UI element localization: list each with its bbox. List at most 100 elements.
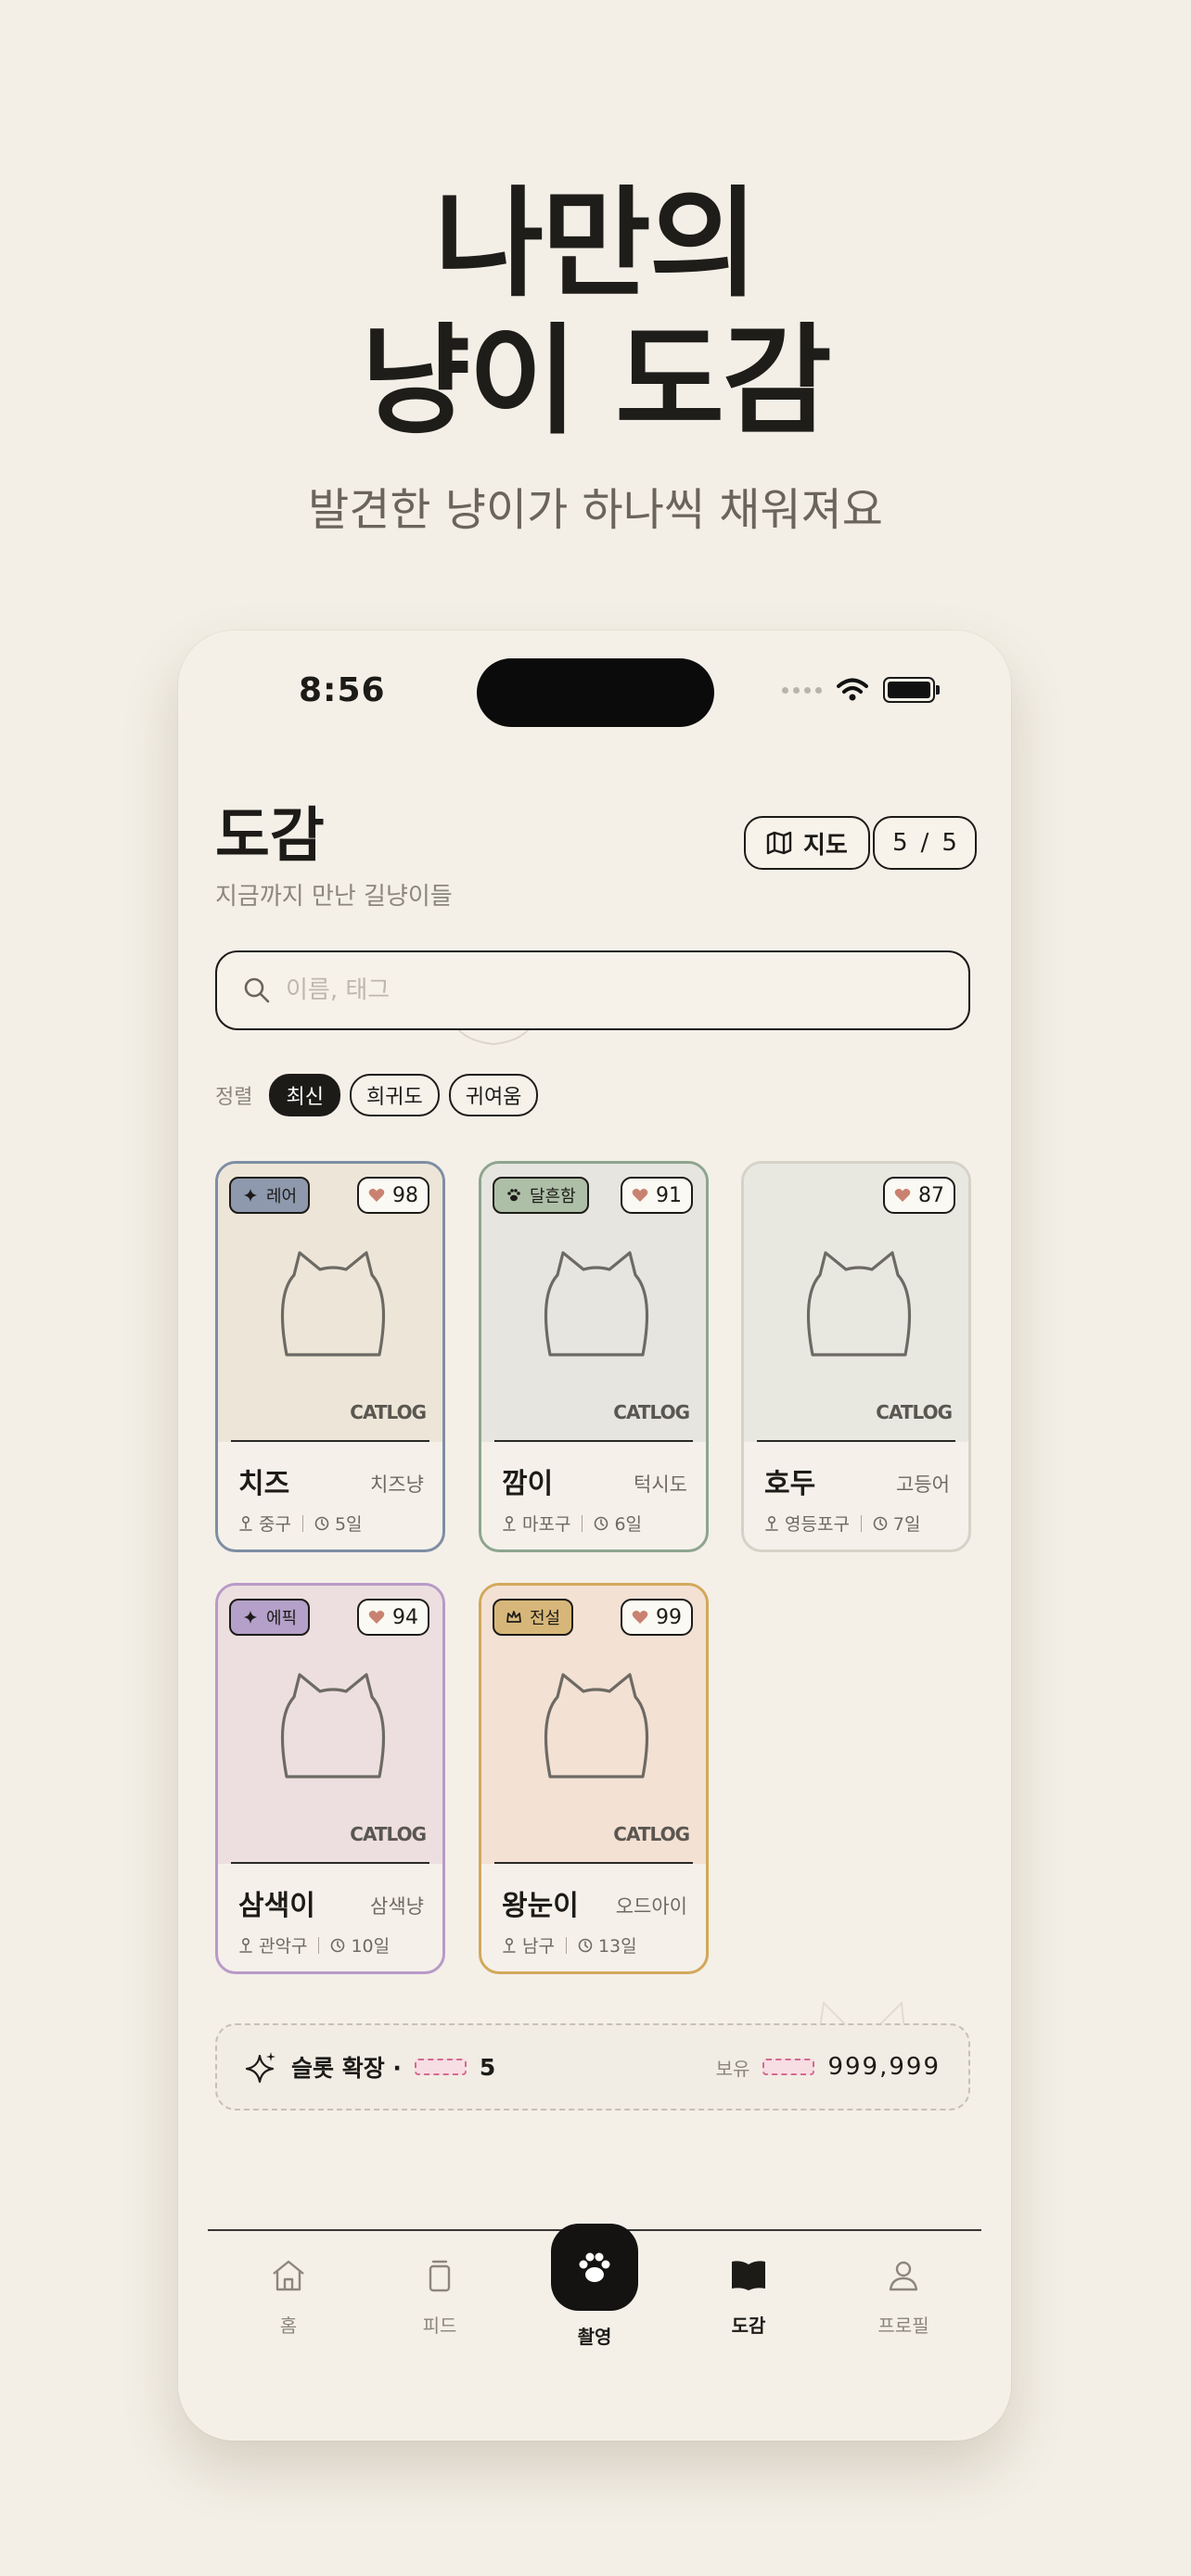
- slot-expand-bar[interactable]: 슬롯 확장 · 5 보유 999,999: [215, 2023, 970, 2111]
- owned-value: 999,999: [827, 2053, 941, 2081]
- tab-profile[interactable]: 프로필: [857, 2257, 950, 2338]
- cat-meta: 영등포구 7일: [764, 1511, 921, 1536]
- cat-silhouette-icon: [544, 1673, 649, 1779]
- search-input[interactable]: [284, 976, 844, 1005]
- search-box[interactable]: [215, 950, 970, 1030]
- paw-icon: [579, 2252, 610, 2282]
- meta-separator: [565, 1936, 567, 1954]
- cat-silhouette-icon: [280, 1673, 386, 1779]
- cat-name: 삼색이: [238, 1890, 315, 1922]
- sort-row: 정렬 최신 희귀도 귀여움: [215, 1074, 539, 1116]
- sort-chip-rarity[interactable]: 희귀도: [349, 1074, 440, 1116]
- tab-label: 피드: [422, 2315, 457, 2337]
- cat-days: 7일: [892, 1514, 921, 1535]
- cat-meta: 관악구 10일: [238, 1932, 390, 1958]
- cat-breed: 고등어: [896, 1473, 950, 1496]
- cat-name: 호두: [764, 1468, 816, 1500]
- cat-card[interactable]: CATLOG 87 호두 고등어 영등포구 7일: [741, 1161, 971, 1552]
- likes-count: 98: [392, 1183, 418, 1207]
- map-button[interactable]: 지도: [744, 816, 870, 870]
- count-current: 5: [892, 829, 908, 857]
- catlog-logo: CATLOG: [350, 1823, 427, 1845]
- clock-icon: [578, 1938, 593, 1952]
- sort-chip-cuteness[interactable]: 귀여움: [448, 1074, 539, 1116]
- cat-days: 6일: [614, 1514, 643, 1535]
- page-title: 도감: [215, 802, 325, 871]
- cat-district: 관악구: [259, 1936, 308, 1957]
- slot-expand-label: 슬롯 확장 ·: [291, 2055, 402, 2082]
- heart-icon: [632, 1189, 648, 1202]
- tab-home[interactable]: 홈: [242, 2257, 335, 2338]
- cat-card[interactable]: CATLOG 달흔함 91 깜이 턱시도 마포구 6일: [479, 1161, 709, 1552]
- tab-bar: 홈 피드 촬영 도감 프로필: [178, 2224, 1011, 2383]
- cat-card[interactable]: CATLOG 에픽 94 삼색이 삼색냥 관악구 10일: [215, 1583, 445, 1974]
- heart-icon: [368, 1611, 385, 1624]
- hero-title-line2: 냥이 도감: [361, 312, 832, 451]
- cat-silhouette-icon: [544, 1251, 649, 1357]
- map-button-label: 지도: [803, 831, 848, 860]
- meta-separator: [582, 1514, 583, 1532]
- paw-icon: [507, 1189, 520, 1202]
- sparkle-icon: [244, 1189, 257, 1202]
- rarity-label: 에픽: [266, 1609, 298, 1628]
- rarity-badge: 레어: [229, 1177, 311, 1214]
- rarity-label: 달흔함: [530, 1187, 576, 1206]
- rarity-badge: 달흔함: [493, 1177, 589, 1214]
- likes-badge: 99: [621, 1599, 693, 1636]
- catlog-logo: CATLOG: [350, 1401, 427, 1423]
- location-pin-icon: [765, 1515, 778, 1531]
- heart-icon: [894, 1189, 911, 1202]
- card-divider: [757, 1440, 955, 1442]
- location-pin-icon: [503, 1515, 516, 1531]
- tab-feed[interactable]: 피드: [393, 2257, 486, 2338]
- cat-name: 깜이: [502, 1468, 554, 1500]
- crown-icon: [506, 1611, 521, 1623]
- card-divider: [494, 1862, 693, 1864]
- clock-icon: [595, 1516, 608, 1530]
- hero-subtitle: 발견한 냥이가 하나씩 채워져요: [308, 484, 883, 536]
- likes-badge: 87: [883, 1177, 955, 1214]
- status-time: 8:56: [299, 671, 386, 709]
- tab-collection[interactable]: 도감: [702, 2257, 795, 2338]
- card-divider: [494, 1440, 693, 1442]
- cat-name: 치즈: [238, 1468, 290, 1500]
- clock-icon: [873, 1516, 888, 1530]
- cat-meta: 남구 13일: [502, 1932, 637, 1958]
- map-icon: [766, 831, 792, 855]
- cat-breed: 오드아이: [615, 1895, 687, 1918]
- search-icon: [244, 977, 270, 1003]
- cat-card[interactable]: CATLOG 전설 99 왕눈이 오드아이 남구 13일: [479, 1583, 709, 1974]
- wifi-icon: [837, 678, 868, 701]
- likes-count: 87: [918, 1183, 944, 1207]
- cat-card[interactable]: CATLOG 레어 98 치즈 치즈냥 중구 5일: [215, 1161, 445, 1552]
- likes-badge: 98: [357, 1177, 429, 1214]
- heart-icon: [368, 1189, 385, 1202]
- card-divider: [231, 1440, 429, 1442]
- catlog-logo: CATLOG: [613, 1823, 690, 1845]
- heart-icon: [632, 1611, 648, 1624]
- tab-capture[interactable]: [551, 2224, 638, 2311]
- dynamic-island: [477, 658, 714, 727]
- cat-silhouette-icon: [280, 1251, 386, 1357]
- cat-meta: 마포구 6일: [502, 1511, 642, 1536]
- cat-district: 남구: [522, 1936, 555, 1957]
- status-icons: [782, 677, 940, 703]
- cat-breed: 턱시도: [634, 1473, 687, 1496]
- cat-days: 13일: [597, 1936, 637, 1957]
- cat-district: 영등포구: [785, 1514, 850, 1535]
- tab-capture-label: 촬영: [577, 2326, 612, 2348]
- location-pin-icon: [503, 1937, 516, 1953]
- signal-icon: [782, 686, 822, 694]
- tab-label: 도감: [731, 2315, 766, 2337]
- sparkle-icon: [245, 2052, 275, 2084]
- sort-label: 정렬: [215, 1086, 253, 1109]
- sparkle-icon: [244, 1611, 257, 1624]
- page-subtitle: 지금까지 만난 길냥이들: [215, 883, 453, 911]
- likes-count: 94: [392, 1605, 418, 1629]
- book-icon: [732, 2261, 765, 2290]
- sort-chip-latest[interactable]: 최신: [269, 1074, 340, 1116]
- tab-label: 홈: [279, 2315, 298, 2337]
- rarity-label: 레어: [266, 1187, 298, 1206]
- battery-icon: [883, 677, 940, 703]
- likes-count: 99: [656, 1605, 682, 1629]
